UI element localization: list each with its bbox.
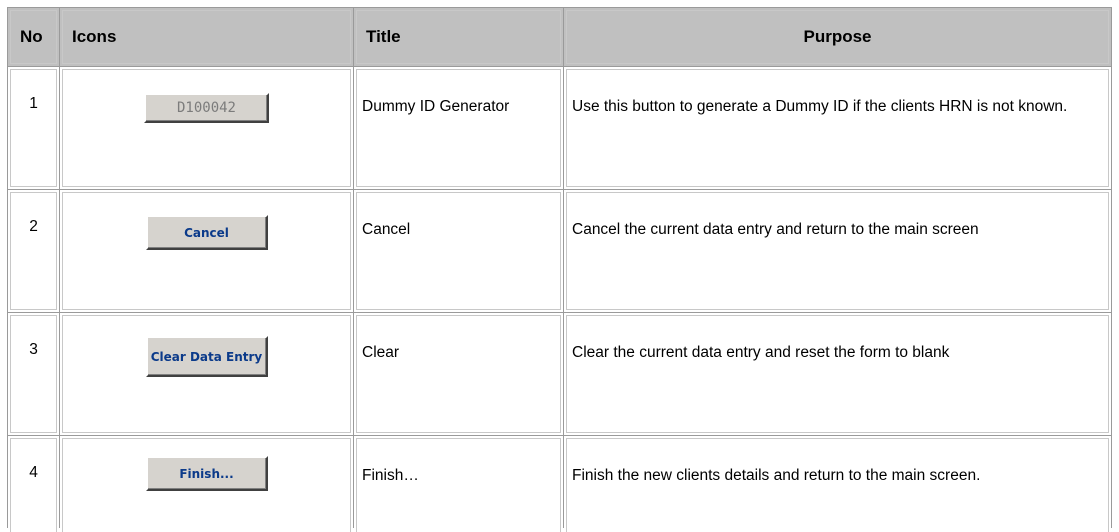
row-number: 4	[7, 435, 59, 532]
row-icon-cell: Finish...	[59, 435, 353, 532]
table-header-row: No Icons Title Purpose	[7, 7, 1112, 66]
row-purpose: Clear the current data entry and reset t…	[563, 312, 1112, 435]
table-row: 3 Clear Data Entry Clear Clear the curre…	[7, 312, 1112, 435]
row-number: 2	[7, 189, 59, 312]
clear-data-entry-button[interactable]: Clear Data Entry	[145, 336, 268, 377]
row-icon-cell: D100042	[59, 66, 353, 189]
icons-table: No Icons Title Purpose 1 D100042 Dummy I…	[7, 7, 1112, 532]
row-icon-cell: Clear Data Entry	[59, 312, 353, 435]
header-icons: Icons	[59, 7, 353, 66]
row-title: Dummy ID Generator	[353, 66, 563, 189]
finish-button[interactable]: Finish...	[145, 456, 268, 491]
row-title: Cancel	[353, 189, 563, 312]
row-purpose: Use this button to generate a Dummy ID i…	[563, 66, 1112, 189]
row-number: 3	[7, 312, 59, 435]
header-purpose: Purpose	[563, 7, 1112, 66]
dummy-id-button[interactable]: D100042	[144, 93, 269, 123]
table-row: 1 D100042 Dummy ID Generator Use this bu…	[7, 66, 1112, 189]
row-title: Clear	[353, 312, 563, 435]
row-purpose: Cancel the current data entry and return…	[563, 189, 1112, 312]
row-title: Finish…	[353, 435, 563, 532]
row-number: 1	[7, 66, 59, 189]
table-row: 2 Cancel Cancel Cancel the current data …	[7, 189, 1112, 312]
cancel-button[interactable]: Cancel	[145, 215, 268, 250]
row-purpose: Finish the new clients details and retur…	[563, 435, 1112, 532]
table-row: 4 Finish... Finish… Finish the new clien…	[7, 435, 1112, 532]
header-no: No	[7, 7, 59, 66]
row-icon-cell: Cancel	[59, 189, 353, 312]
header-title: Title	[353, 7, 563, 66]
